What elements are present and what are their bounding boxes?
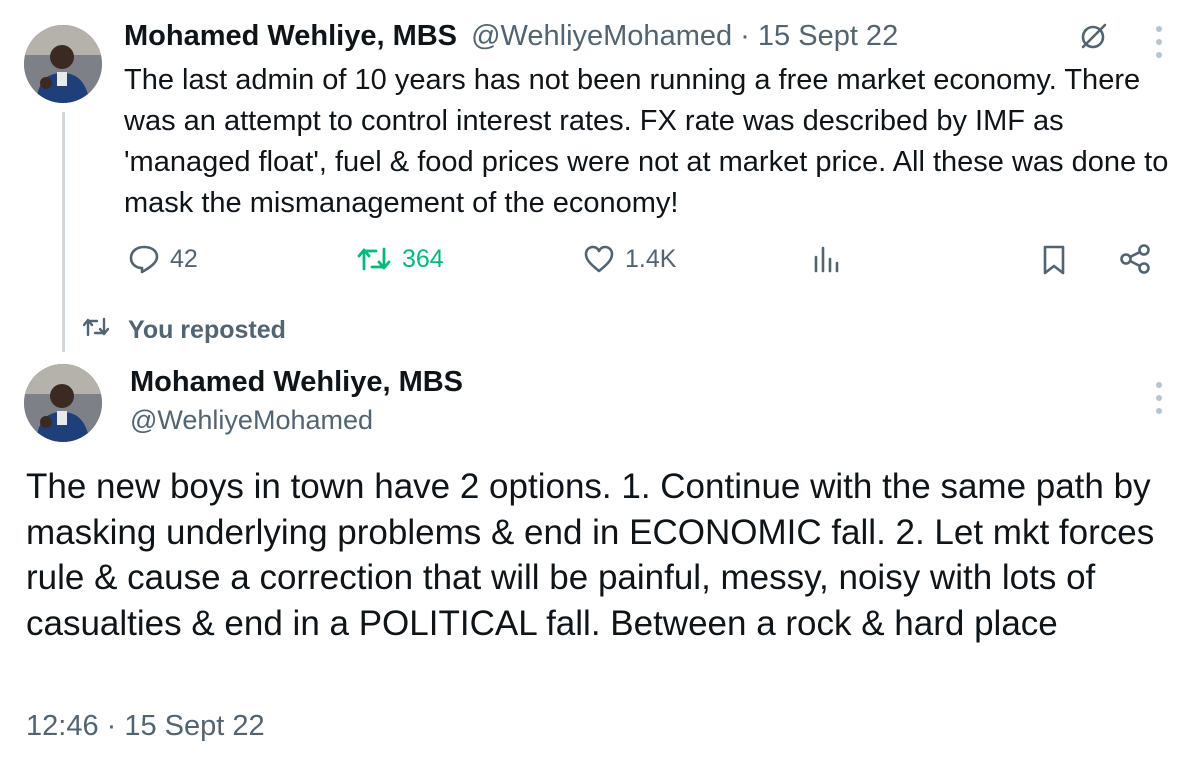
bookmark-icon	[1040, 244, 1068, 276]
views-icon	[811, 244, 841, 274]
thread-line	[62, 112, 65, 352]
author-handle[interactable]: @WehliyeMohamed	[471, 20, 732, 52]
author-name[interactable]: Mohamed Wehliye, MBS	[124, 20, 457, 52]
repost-context: You reposted	[82, 315, 286, 346]
bookmark-button[interactable]	[1040, 244, 1068, 276]
avatar[interactable]	[24, 364, 102, 442]
views-button[interactable]	[811, 244, 841, 274]
repost-context-label[interactable]: You reposted	[128, 316, 286, 345]
like-icon	[583, 244, 615, 274]
repost-small-icon	[82, 315, 110, 346]
like-button[interactable]: 1.4K	[583, 244, 676, 274]
grok-icon[interactable]	[1078, 22, 1108, 57]
reply-count: 42	[170, 244, 198, 273]
tweet-text: The new boys in town have 2 options. 1. …	[26, 467, 1155, 643]
like-count: 1.4K	[625, 244, 677, 273]
repost-button[interactable]: 364	[356, 244, 444, 274]
share-icon	[1118, 242, 1152, 276]
author-name[interactable]: Mohamed Wehliye, MBS	[130, 366, 463, 399]
reply-icon	[128, 244, 160, 274]
tweet-timestamp[interactable]: 12:46 · 15 Sept 22	[26, 710, 265, 743]
tweet-header: Mohamed Wehliye, MBS @WehliyeMohamed · 1…	[124, 20, 898, 53]
repost-icon	[356, 244, 392, 274]
more-icon[interactable]	[1156, 26, 1162, 58]
more-icon[interactable]	[1156, 382, 1162, 414]
tweet-text: The last admin of 10 years has not been …	[124, 64, 1169, 219]
separator-dot: ·	[740, 20, 750, 52]
avatar[interactable]	[24, 25, 102, 103]
reply-button[interactable]: 42	[128, 244, 198, 274]
author-handle[interactable]: @WehliyeMohamed	[130, 405, 373, 436]
share-button[interactable]	[1118, 242, 1152, 276]
tweet-date[interactable]: 15 Sept 22	[758, 20, 898, 52]
repost-count: 364	[402, 244, 444, 273]
